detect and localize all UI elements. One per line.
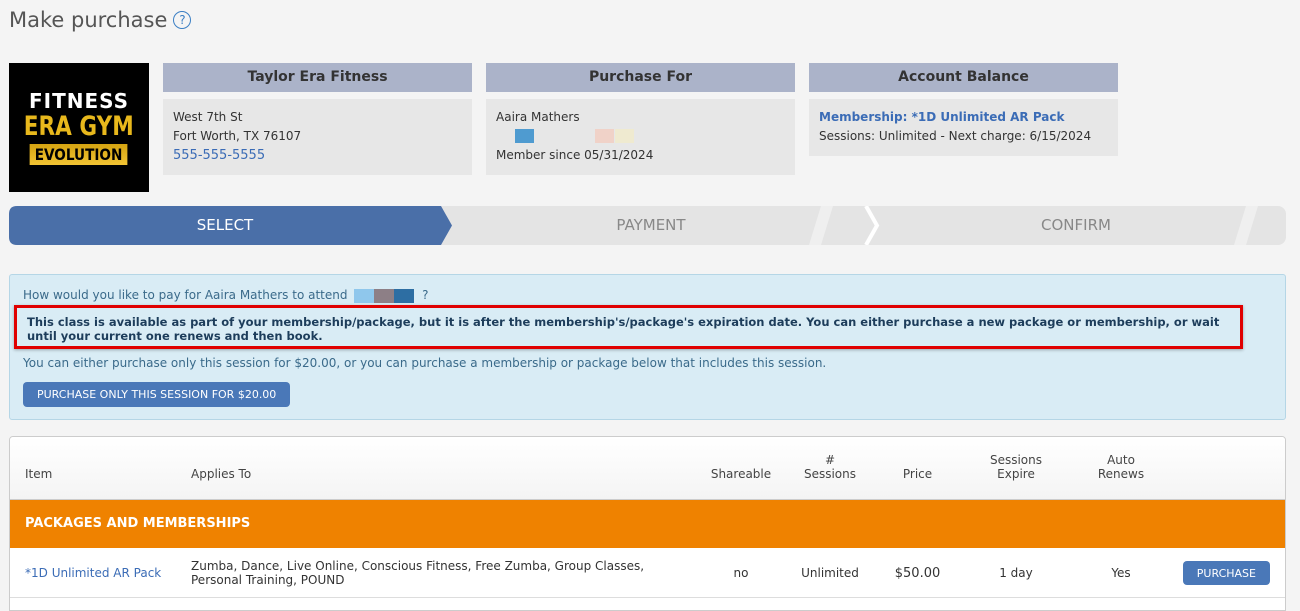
col-expire-line-1: Sessions <box>989 453 1043 467</box>
col-sessions-expire: Sessions Expire <box>976 453 1056 481</box>
group-packages-memberships: PACKAGES AND MEMBERSHIPS <box>10 500 1285 548</box>
either-text: You can either purchase only this sessio… <box>23 356 827 370</box>
row-sessions: Unlimited <box>801 566 859 580</box>
table-row: *1D Unlimited AR Pack Zumba, Dance, Live… <box>10 548 1285 598</box>
table-header: Item Applies To Shareable # Sessions Pri… <box>10 437 1285 500</box>
account-balance-details: Membership: *1D Unlimited AR Pack Sessio… <box>809 99 1118 156</box>
logo-line-3: EVOLUTION <box>30 144 128 165</box>
studio-phone-link[interactable]: 555-555-5555 <box>173 146 462 165</box>
membership-link[interactable]: Membership: *1D Unlimited AR Pack <box>819 108 1108 127</box>
help-icon[interactable]: ? <box>173 11 192 29</box>
package-name-link[interactable]: *1D Unlimited AR Pack <box>25 566 161 580</box>
col-applies-to: Applies To <box>191 467 252 481</box>
row-applies-to: Zumba, Dance, Live Online, Conscious Fit… <box>191 559 645 587</box>
member-since: Member since 05/31/2024 <box>496 148 654 162</box>
purchase-for-details: Aaira Mathers Member since 05/31/2024 <box>486 99 795 175</box>
make-purchase-page: Make purchase ? FITNESS ERA GYM EVOLUTIO… <box>0 0 1300 611</box>
studio-logo: FITNESS ERA GYM EVOLUTION <box>9 63 149 192</box>
page-title-text: Make purchase <box>9 8 168 32</box>
col-shareable: Shareable <box>710 467 772 481</box>
row-item-cell: *1D Unlimited AR Pack <box>25 548 185 598</box>
account-balance-box: Account Balance Membership: *1D Unlimite… <box>809 63 1118 156</box>
row-price: $50.00 <box>894 565 941 581</box>
col-sessions: # Sessions <box>790 453 870 481</box>
purchase-session-button[interactable]: PURCHASE ONLY THIS SESSION FOR $20.00 <box>23 382 291 407</box>
studio-info-box: Taylor Era Fitness West 7th St Fort Wort… <box>163 63 472 175</box>
redacted-block <box>374 288 395 303</box>
redacted-block <box>615 129 634 143</box>
redacted-block <box>394 288 415 303</box>
studio-address: West 7th St Fort Worth, TX 76107 555-555… <box>163 99 472 175</box>
purchase-for-header: Purchase For <box>486 63 795 92</box>
logo-line-2: ERA GYM <box>23 111 135 142</box>
progress-steps: SELECT PAYMENT CONFIRM <box>9 206 1286 245</box>
col-auto-renews: Auto Renews <box>1086 453 1156 481</box>
col-sessions-line-2: Sessions <box>803 467 857 481</box>
page-title: Make purchase ? <box>9 8 192 32</box>
member-name: Aaira Mathers <box>496 110 580 124</box>
sessions-info: Sessions: Unlimited - Next charge: 6/15/… <box>819 129 1092 143</box>
purchase-for-box: Purchase For Aaira Mathers Member since … <box>486 63 795 175</box>
redacted-block <box>354 288 375 303</box>
col-item: Item <box>25 467 53 481</box>
col-auto-line-1: Auto <box>1107 453 1135 467</box>
col-expire-line-2: Expire <box>997 467 1035 481</box>
payment-question-suffix: ? <box>422 288 429 302</box>
redacted-info <box>496 127 785 146</box>
col-auto-line-2: Renews <box>1097 467 1145 481</box>
logo-line-1: FITNESS <box>28 89 130 113</box>
account-balance-header: Account Balance <box>809 63 1118 92</box>
row-shareable: no <box>733 566 749 580</box>
row-auto-renews: Yes <box>1111 566 1131 580</box>
expiration-alert: This class is available as part of your … <box>14 305 1243 349</box>
studio-street: West 7th St <box>173 110 243 124</box>
payment-question-text: How would you like to pay for Aaira Math… <box>23 288 348 302</box>
col-sessions-line-1: # <box>824 453 836 467</box>
payment-question: How would you like to pay for Aaira Math… <box>23 288 429 303</box>
studio-name: Taylor Era Fitness <box>163 63 472 92</box>
step-confirm: CONFIRM <box>1041 216 1111 234</box>
purchase-button[interactable]: PURCHASE <box>1182 561 1270 585</box>
col-price: Price <box>902 467 933 481</box>
redacted-block <box>595 129 614 143</box>
step-select: SELECT <box>196 216 254 234</box>
payment-info-panel: How would you like to pay for Aaira Math… <box>9 274 1286 420</box>
packages-table: Item Applies To Shareable # Sessions Pri… <box>9 436 1286 611</box>
studio-city: Fort Worth, TX 76107 <box>173 129 302 143</box>
redacted-block <box>515 129 534 143</box>
step-payment: PAYMENT <box>616 216 686 234</box>
row-expire: 1 day <box>999 566 1033 580</box>
